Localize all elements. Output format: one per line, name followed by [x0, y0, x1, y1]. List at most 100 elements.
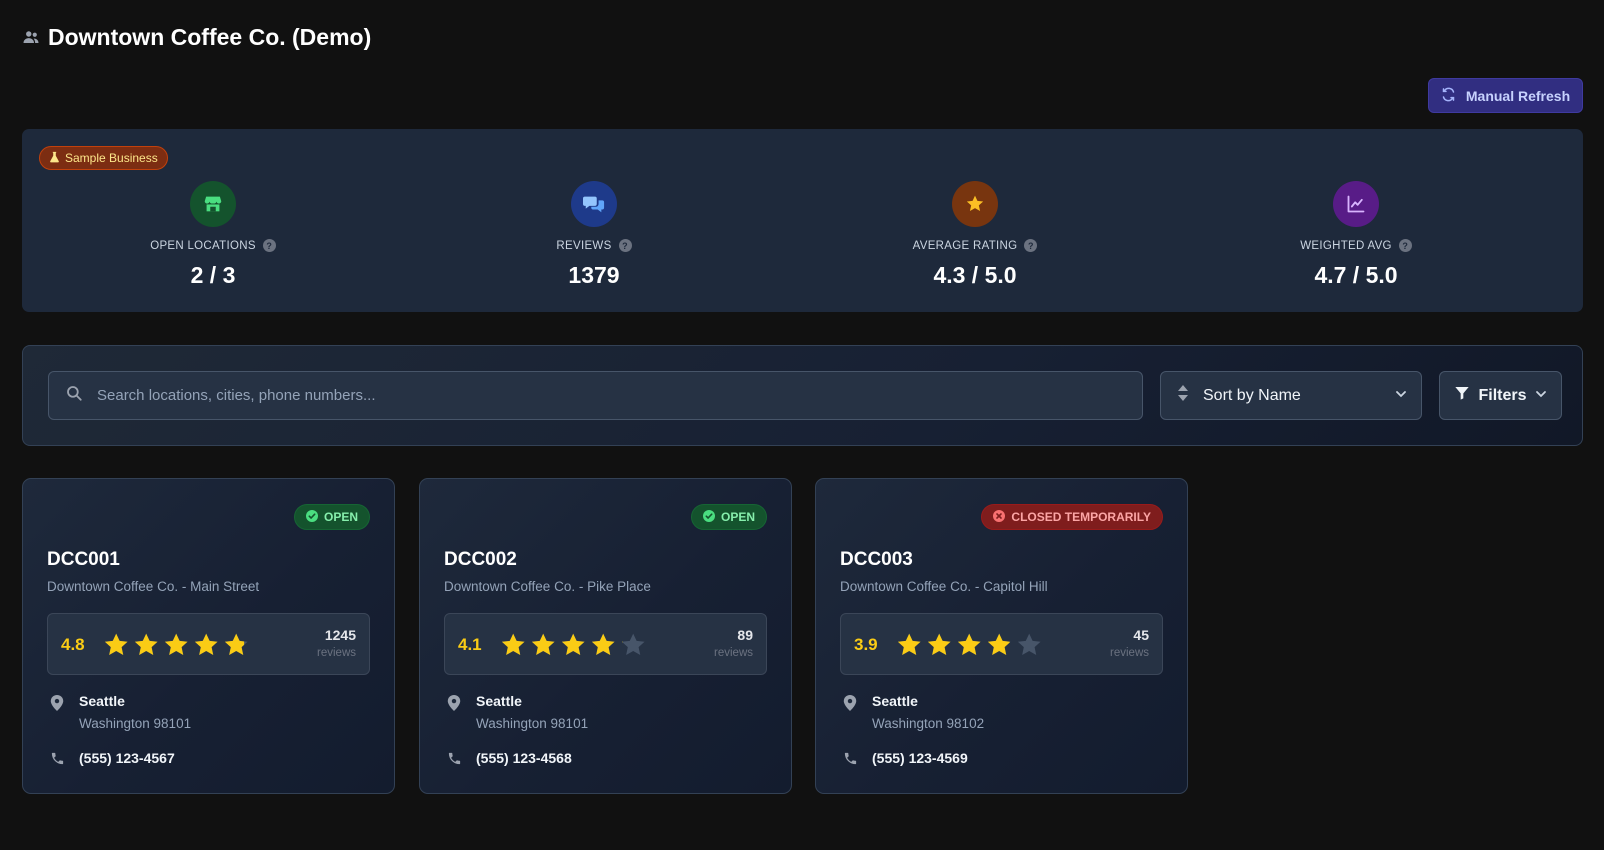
review-label: reviews	[714, 647, 753, 659]
manual-refresh-button[interactable]: Manual Refresh	[1428, 78, 1583, 113]
rating-value: 3.9	[854, 635, 878, 654]
status-badge: CLOSED TEMPORARILY	[981, 504, 1163, 530]
sort-select[interactable]: Sort by Name	[1160, 371, 1422, 420]
page-title: Downtown Coffee Co. (Demo)	[48, 23, 372, 50]
review-count: 89	[737, 627, 753, 643]
location-code: DCC002	[444, 549, 517, 570]
chat-bubbles-icon	[571, 181, 617, 227]
rating-star	[897, 633, 921, 655]
location-state: Washington 98102	[872, 716, 985, 731]
phone-icon	[447, 751, 462, 771]
location-state: Washington 98101	[79, 716, 192, 731]
x-circle-icon	[993, 509, 1006, 525]
chevron-down-icon	[1535, 387, 1547, 405]
search-input[interactable]	[97, 387, 1142, 404]
chevron-down-icon	[1395, 387, 1407, 405]
stat-label: OPEN LOCATIONS	[150, 239, 256, 252]
status-badge: OPEN	[690, 504, 767, 530]
rating-star	[164, 633, 188, 655]
phone-icon	[50, 751, 65, 771]
sort-label: Sort by Name	[1203, 386, 1301, 404]
filter-icon	[1454, 385, 1470, 406]
sample-business-label: Sample Business	[65, 151, 158, 165]
review-label: reviews	[317, 647, 356, 659]
location-state: Washington 98101	[476, 716, 589, 731]
rating-star	[987, 633, 1011, 655]
rating-star	[531, 633, 555, 655]
stat-value: 4.3 / 5.0	[933, 262, 1017, 288]
help-icon[interactable]: ?	[262, 239, 276, 252]
stat-reviews: REVIEWS? 1379	[444, 181, 744, 289]
review-label: reviews	[1110, 647, 1149, 659]
rating-star	[224, 633, 248, 655]
stat-value: 1379	[568, 262, 620, 288]
page-header: Downtown Coffee Co. (Demo)	[22, 22, 371, 52]
help-icon[interactable]: ?	[1024, 239, 1038, 252]
rating-box: 4.1 89 reviews	[444, 613, 767, 675]
flask-icon	[49, 151, 60, 166]
users-icon	[22, 28, 40, 46]
phone-icon	[843, 751, 858, 771]
sort-icon	[1177, 384, 1189, 407]
chart-line-icon	[1333, 181, 1379, 227]
rating-star	[134, 633, 158, 655]
sample-business-badge: Sample Business	[39, 146, 168, 170]
location-phone: (555) 123-4567	[79, 750, 175, 766]
location-card[interactable]: OPEN DCC002 Downtown Coffee Co. - Pike P…	[419, 478, 792, 794]
location-city: Seattle	[872, 693, 918, 709]
star-rating	[501, 633, 645, 655]
rating-box: 3.9 45 reviews	[840, 613, 1163, 675]
rating-star	[621, 633, 645, 655]
rating-star	[194, 633, 218, 655]
star-rating	[104, 633, 248, 655]
stat-value: 2 / 3	[190, 262, 236, 288]
map-pin-icon	[843, 695, 857, 716]
status-label: OPEN	[323, 510, 358, 524]
location-phone: (555) 123-4568	[476, 750, 572, 766]
filters-button[interactable]: Filters	[1439, 371, 1562, 420]
rating-star	[501, 633, 525, 655]
search-box[interactable]	[48, 371, 1143, 420]
rating-star	[561, 633, 585, 655]
location-phone: (555) 123-4569	[872, 750, 968, 766]
star-icon	[952, 181, 998, 227]
location-city: Seattle	[79, 693, 125, 709]
status-badge: OPEN	[293, 504, 370, 530]
stat-label: WEIGHTED AVG	[1300, 239, 1392, 252]
rating-star	[957, 633, 981, 655]
rating-star	[1017, 633, 1041, 655]
rating-star	[591, 633, 615, 655]
star-rating	[897, 633, 1041, 655]
stat-open-locations: OPEN LOCATIONS? 2 / 3	[63, 181, 363, 289]
stat-weighted-avg: WEIGHTED AVG? 4.7 / 5.0	[1206, 181, 1506, 289]
stat-label: REVIEWS	[556, 239, 612, 252]
stat-average-rating: AVERAGE RATING? 4.3 / 5.0	[825, 181, 1125, 289]
location-name: Downtown Coffee Co. - Pike Place	[444, 579, 651, 594]
stat-label: AVERAGE RATING	[912, 239, 1018, 252]
review-count: 1245	[324, 627, 356, 643]
refresh-icon	[1441, 87, 1456, 105]
help-icon[interactable]: ?	[1398, 239, 1412, 252]
help-icon[interactable]: ?	[618, 239, 632, 252]
location-name: Downtown Coffee Co. - Capitol Hill	[840, 579, 1048, 594]
rating-value: 4.8	[61, 635, 85, 654]
rating-star	[104, 633, 128, 655]
location-city: Seattle	[476, 693, 522, 709]
check-circle-icon	[305, 509, 318, 525]
search-icon	[65, 384, 83, 407]
map-pin-icon	[447, 695, 461, 716]
map-pin-icon	[50, 695, 64, 716]
location-card[interactable]: CLOSED TEMPORARILY DCC003 Downtown Coffe…	[815, 478, 1188, 794]
rating-value: 4.1	[458, 635, 482, 654]
store-icon	[190, 181, 236, 227]
location-code: DCC003	[840, 549, 913, 570]
location-code: DCC001	[47, 549, 120, 570]
location-name: Downtown Coffee Co. - Main Street	[47, 579, 260, 594]
manual-refresh-label: Manual Refresh	[1465, 87, 1571, 104]
stat-value: 4.7 / 5.0	[1314, 262, 1398, 288]
rating-star	[927, 633, 951, 655]
filter-toolbar: Sort by Name Filters	[22, 345, 1583, 446]
rating-box: 4.8 1245 reviews	[47, 613, 370, 675]
filters-label: Filters	[1478, 386, 1527, 404]
location-card[interactable]: OPEN DCC001 Downtown Coffee Co. - Main S…	[22, 478, 395, 794]
